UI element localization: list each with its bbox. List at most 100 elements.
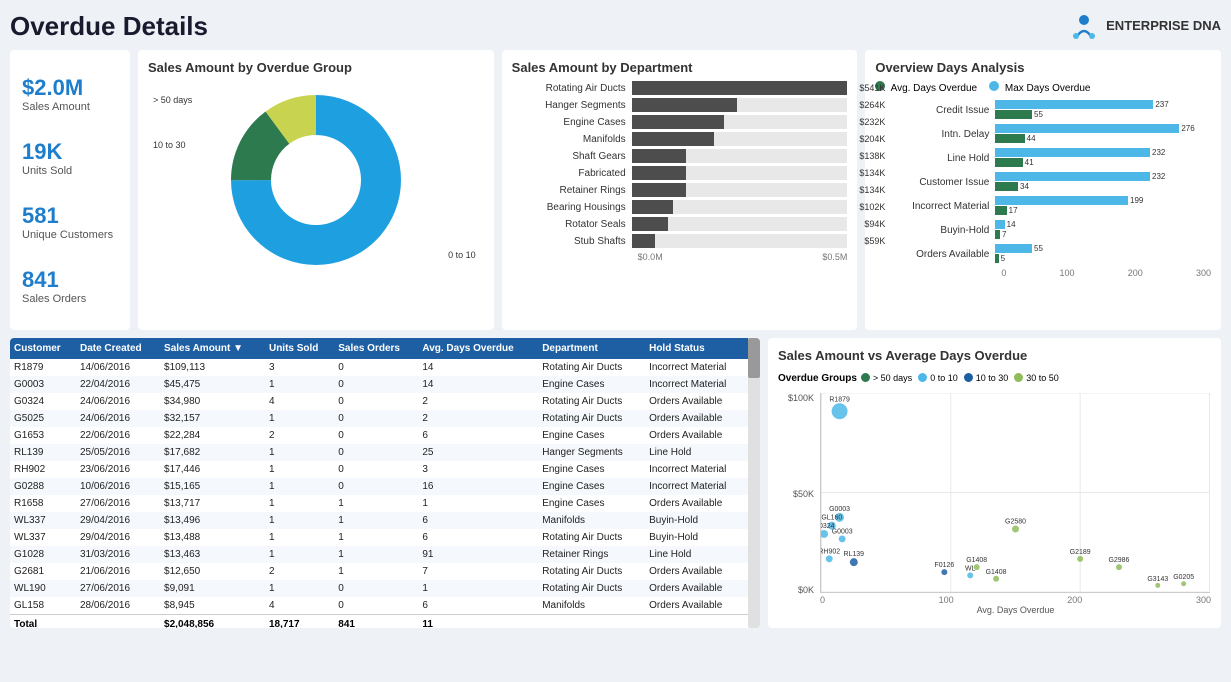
table-cell-4: 1 bbox=[334, 529, 418, 546]
table-row[interactable]: RL13925/05/2016$17,6821025Hanger Segment… bbox=[10, 444, 748, 461]
table-row[interactable]: G000322/04/2016$45,4751014Engine CasesIn… bbox=[10, 376, 748, 393]
table-scroll[interactable]: Customer Date Created Sales Amount ▼ Uni… bbox=[10, 338, 748, 628]
table-cell-0: G5025 bbox=[10, 410, 76, 427]
table-row[interactable]: R187914/06/2016$109,1133014Rotating Air … bbox=[10, 359, 748, 376]
table-cell-4: 1 bbox=[334, 546, 418, 563]
scatter-x-axis-label: Avg. Days Overdue bbox=[820, 605, 1211, 615]
dept-bar bbox=[632, 200, 673, 214]
table-cell-6: Engine Cases bbox=[538, 376, 645, 393]
brand-logo-icon bbox=[1068, 10, 1100, 42]
ov-val-avg: 34 bbox=[1020, 182, 1029, 191]
ov-val-max: 199 bbox=[1130, 196, 1143, 205]
table-row[interactable]: GL15828/06/2016$8,945406ManifoldsOrders … bbox=[10, 597, 748, 615]
ov-label: Buyin-Hold bbox=[875, 225, 995, 236]
col-sales-orders[interactable]: Sales Orders bbox=[334, 338, 418, 359]
table-cell-2: $17,446 bbox=[160, 461, 265, 478]
ov-val-avg: 5 bbox=[1001, 254, 1005, 263]
table-cell-4: 0 bbox=[334, 376, 418, 393]
bottom-row: Customer Date Created Sales Amount ▼ Uni… bbox=[10, 338, 1221, 628]
col-date[interactable]: Date Created bbox=[76, 338, 160, 359]
ov-val-avg: 17 bbox=[1009, 206, 1018, 215]
table-cell-3: 1 bbox=[265, 495, 334, 512]
table-cell-3: 1 bbox=[265, 461, 334, 478]
table-row[interactable]: G502524/06/2016$32,157102Rotating Air Du… bbox=[10, 410, 748, 427]
table-cell-2: $13,463 bbox=[160, 546, 265, 563]
table-row[interactable]: G032424/06/2016$34,980402Rotating Air Du… bbox=[10, 393, 748, 410]
ov-val-max: 276 bbox=[1181, 124, 1194, 133]
table-cell-0: G2681 bbox=[10, 563, 76, 580]
scatter-legend-item: > 50 days bbox=[861, 373, 912, 383]
donut-label-10to30: 10 to 30 bbox=[153, 140, 186, 150]
dept-bar-wrap: $264K bbox=[632, 98, 848, 112]
table-cell-0: RH902 bbox=[10, 461, 76, 478]
scroll-thumb bbox=[748, 338, 760, 378]
table-cell-5: 6 bbox=[418, 529, 538, 546]
table-cell-1: 24/06/2016 bbox=[76, 393, 160, 410]
dept-value: $541K bbox=[859, 81, 885, 95]
donut-svg bbox=[221, 85, 411, 275]
svg-text:F0126: F0126 bbox=[934, 562, 954, 569]
ov-bar-blue bbox=[995, 100, 1153, 109]
dept-row: Retainer Rings $134K bbox=[512, 183, 848, 197]
table-row[interactable]: WL19027/06/2016$9,091101Rotating Air Duc… bbox=[10, 580, 748, 597]
table-cell-1: 22/06/2016 bbox=[76, 427, 160, 444]
scatter-legend-dot bbox=[918, 373, 927, 382]
col-customer[interactable]: Customer bbox=[10, 338, 76, 359]
svg-text:GL160: GL160 bbox=[821, 515, 842, 522]
footer-cell-1 bbox=[76, 615, 160, 629]
table-row[interactable]: RH90223/06/2016$17,446103Engine CasesInc… bbox=[10, 461, 748, 478]
table-cell-7: Orders Available bbox=[645, 427, 748, 444]
table-row[interactable]: G102831/03/2016$13,4631191Retainer Rings… bbox=[10, 546, 748, 563]
table-row[interactable]: R165827/06/2016$13,717111Engine CasesOrd… bbox=[10, 495, 748, 512]
ov-val-max: 232 bbox=[1152, 148, 1165, 157]
table-cell-2: $12,650 bbox=[160, 563, 265, 580]
table-cell-7: Buyin-Hold bbox=[645, 512, 748, 529]
table-cell-4: 1 bbox=[334, 563, 418, 580]
dept-bar bbox=[632, 217, 669, 231]
scroll-indicator[interactable] bbox=[748, 338, 760, 628]
table-cell-5: 2 bbox=[418, 393, 538, 410]
data-table-card: Customer Date Created Sales Amount ▼ Uni… bbox=[10, 338, 760, 628]
page-title: Overdue Details bbox=[10, 11, 208, 42]
table-row[interactable]: WL33729/04/2016$13,488116Rotating Air Du… bbox=[10, 529, 748, 546]
overview-row: Customer Issue 232 34 bbox=[875, 172, 1211, 192]
table-cell-5: 16 bbox=[418, 478, 538, 495]
table-row[interactable]: G028810/06/2016$15,1651016Engine CasesIn… bbox=[10, 478, 748, 495]
legend-avg: Avg. Days Overdue bbox=[875, 81, 977, 94]
col-department[interactable]: Department bbox=[538, 338, 645, 359]
col-hold-status[interactable]: Hold Status bbox=[645, 338, 748, 359]
table-cell-0: G0324 bbox=[10, 393, 76, 410]
dept-value: $94K bbox=[864, 217, 885, 231]
table-cell-2: $8,945 bbox=[160, 597, 265, 615]
table-row[interactable]: WL33729/04/2016$13,496116ManifoldsBuyin-… bbox=[10, 512, 748, 529]
dept-row: Manifolds $204K bbox=[512, 132, 848, 146]
svg-text:G2189: G2189 bbox=[1070, 549, 1091, 556]
scatter-legend-dot bbox=[1014, 373, 1023, 382]
dept-bar-wrap: $102K bbox=[632, 200, 848, 214]
table-cell-0: R1879 bbox=[10, 359, 76, 376]
table-cell-7: Orders Available bbox=[645, 597, 748, 615]
dept-row: Hanger Segments $264K bbox=[512, 98, 848, 112]
svg-text:G0003: G0003 bbox=[832, 528, 853, 535]
table-cell-1: 29/04/2016 bbox=[76, 512, 160, 529]
dept-bar-wrap: $134K bbox=[632, 166, 848, 180]
scatter-legend: Overdue Groups > 50 days0 to 1010 to 303… bbox=[778, 369, 1211, 387]
svg-text:RH902: RH902 bbox=[820, 548, 840, 555]
svg-text:G2986: G2986 bbox=[1109, 557, 1130, 564]
dept-value: $134K bbox=[859, 166, 885, 180]
table-row[interactable]: G268121/06/2016$12,650217Rotating Air Du… bbox=[10, 563, 748, 580]
col-units-sold[interactable]: Units Sold bbox=[265, 338, 334, 359]
col-avg-days[interactable]: Avg. Days Overdue bbox=[418, 338, 538, 359]
table-cell-5: 14 bbox=[418, 376, 538, 393]
ov-bar-blue bbox=[995, 148, 1150, 157]
table-row[interactable]: G165322/06/2016$22,284206Engine CasesOrd… bbox=[10, 427, 748, 444]
page: Overdue Details ENTERPRISE DNA $2.0M Sal… bbox=[0, 0, 1231, 682]
table-cell-5: 3 bbox=[418, 461, 538, 478]
table-cell-7: Incorrect Material bbox=[645, 461, 748, 478]
overview-legend: Avg. Days Overdue Max Days Overdue bbox=[875, 81, 1211, 94]
dept-value: $264K bbox=[859, 98, 885, 112]
dept-bar bbox=[632, 183, 686, 197]
col-sales-amount[interactable]: Sales Amount ▼ bbox=[160, 338, 265, 359]
dept-bar-wrap: $134K bbox=[632, 183, 848, 197]
dept-label: Manifolds bbox=[512, 134, 632, 145]
